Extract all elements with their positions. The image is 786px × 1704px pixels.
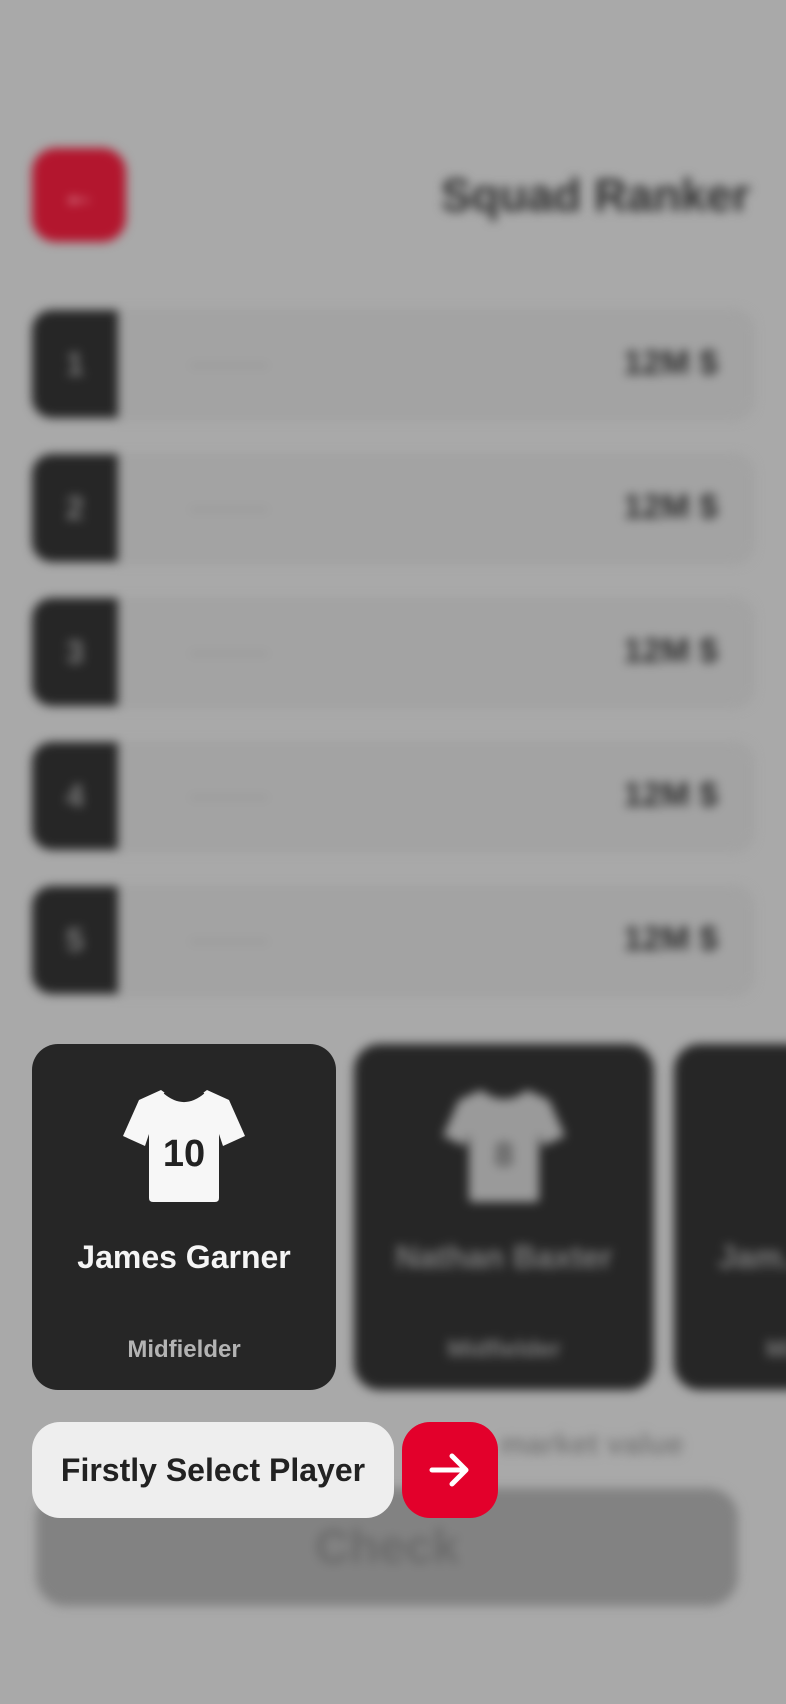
rank-row[interactable]: 2 ——— 12M $ bbox=[32, 454, 754, 564]
slot-market-value: 12M $ bbox=[623, 344, 719, 382]
rank-row[interactable]: 3 ——— 12M $ bbox=[32, 598, 754, 708]
rank-number: 4 bbox=[32, 742, 118, 850]
player-card[interactable]: 8 Nathan Baxter Midfielder bbox=[354, 1044, 654, 1390]
hint-next-button[interactable] bbox=[402, 1422, 498, 1518]
player-name: Jam... silv... bbox=[718, 1239, 786, 1275]
slot-player-name: ——— bbox=[190, 924, 268, 954]
svg-text:8: 8 bbox=[495, 1136, 514, 1174]
back-button[interactable]: ← bbox=[32, 148, 126, 242]
rank-number: 2 bbox=[32, 454, 118, 562]
arrow-right-icon bbox=[429, 1453, 469, 1487]
slot-player-name: ——— bbox=[190, 636, 268, 666]
rank-slot[interactable]: ——— 12M $ bbox=[118, 598, 754, 708]
player-position: Mi... bbox=[766, 1336, 786, 1363]
slot-market-value: 12M $ bbox=[623, 488, 719, 526]
rank-slot[interactable]: ——— 12M $ bbox=[118, 886, 754, 996]
player-name: James Garner bbox=[77, 1239, 291, 1275]
onboarding-hint: Firstly Select Player bbox=[32, 1422, 394, 1518]
rank-row[interactable]: 1 ——— 12M $ bbox=[32, 310, 754, 420]
player-name: Nathan Baxter bbox=[395, 1239, 613, 1275]
rank-number: 3 bbox=[32, 598, 118, 706]
jersey-icon: 8 bbox=[443, 1090, 565, 1202]
player-position: Midfielder bbox=[447, 1336, 561, 1363]
rank-row[interactable]: 4 ——— 12M $ bbox=[32, 742, 754, 852]
player-card-selected[interactable]: 10 James Garner Midfielder bbox=[32, 1044, 336, 1390]
rank-slot[interactable]: ——— 12M $ bbox=[118, 454, 754, 564]
jersey-icon: 10 bbox=[123, 1090, 245, 1202]
slot-player-name: ——— bbox=[190, 780, 268, 810]
slot-market-value: 12M $ bbox=[623, 776, 719, 814]
svg-text:10: 10 bbox=[163, 1133, 205, 1175]
page-title: Squad Ranker bbox=[440, 169, 750, 221]
slot-market-value: 12M $ bbox=[623, 920, 719, 958]
rank-row[interactable]: 5 ——— 12M $ bbox=[32, 886, 754, 996]
market-value-label: market value bbox=[500, 1428, 684, 1461]
rank-number: 5 bbox=[32, 886, 118, 994]
back-arrow-icon: ← bbox=[62, 175, 96, 214]
player-card[interactable]: Jam... silv... Mi... bbox=[674, 1044, 786, 1390]
rank-slot[interactable]: ——— 12M $ bbox=[118, 742, 754, 852]
player-position: Midfielder bbox=[127, 1336, 241, 1363]
rank-number: 1 bbox=[32, 310, 118, 418]
rank-slot[interactable]: ——— 12M $ bbox=[118, 310, 754, 420]
slot-market-value: 12M $ bbox=[623, 632, 719, 670]
slot-player-name: ——— bbox=[190, 348, 268, 378]
slot-player-name: ——— bbox=[190, 492, 268, 522]
